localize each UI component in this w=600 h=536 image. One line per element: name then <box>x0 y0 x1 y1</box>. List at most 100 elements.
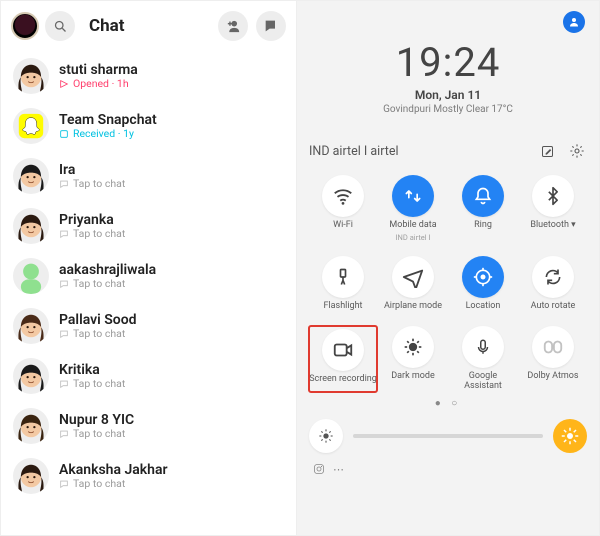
chat-text: Kritika Tap to chat <box>59 362 125 390</box>
airplane-icon <box>392 256 434 298</box>
carrier-text: IND airtel I airtel <box>309 144 399 159</box>
chat-text: stuti sharma Opened · 1h <box>59 62 138 90</box>
chat-avatar[interactable] <box>13 108 49 144</box>
chat-avatar[interactable] <box>13 258 49 294</box>
chat-name: Nupur 8 YIC <box>59 412 134 428</box>
qs-tile-location[interactable]: Location <box>449 256 517 312</box>
status-icon <box>59 179 69 189</box>
ring-icon <box>462 175 504 217</box>
qs-label: Airplane mode <box>384 302 442 312</box>
chat-list[interactable]: stuti sharma Opened · 1h Team Snapchat R… <box>1 51 296 535</box>
qs-tile-rotate[interactable]: Auto rotate <box>519 256 587 312</box>
qs-label: Mobile data <box>389 221 436 231</box>
status-icon <box>59 229 69 239</box>
chat-subtitle: Tap to chat <box>59 278 156 290</box>
chat-name: Priyanka <box>59 212 125 228</box>
qs-label: Screen recording <box>309 375 377 385</box>
chat-avatar[interactable] <box>13 158 49 194</box>
chat-avatar[interactable] <box>13 208 49 244</box>
snapchat-pane: Chat stuti sharma Opened · 1h Team Snap <box>1 1 297 535</box>
brightness-auto-button[interactable] <box>553 419 587 453</box>
assistant-icon <box>462 326 504 368</box>
brightness-low-button[interactable] <box>309 419 343 453</box>
account-badge[interactable] <box>563 11 585 33</box>
chat-text: Team Snapchat Received · 1y <box>59 112 157 140</box>
chat-text: Nupur 8 YIC Tap to chat <box>59 412 134 440</box>
flash-icon <box>322 256 364 298</box>
location-icon <box>462 256 504 298</box>
chat-avatar[interactable] <box>13 308 49 344</box>
chat-text: Ira Tap to chat <box>59 162 125 190</box>
chat-subtitle: Tap to chat <box>59 228 125 240</box>
chat-item[interactable]: Kritika Tap to chat <box>1 351 296 401</box>
add-friend-button[interactable] <box>218 11 248 41</box>
chat-subtitle: Tap to chat <box>59 478 168 490</box>
quick-settings-pane: 19:24 Mon, Jan 11 Govindpuri Mostly Clea… <box>297 1 599 535</box>
chat-subtitle: Opened · 1h <box>59 78 138 90</box>
qs-tile-bt[interactable]: Bluetooth ▾ <box>519 175 587 242</box>
qs-tile-screenrec[interactable]: Screen recording <box>309 326 377 392</box>
wifi-icon <box>322 175 364 217</box>
chat-item[interactable]: Team Snapchat Received · 1y <box>1 101 296 151</box>
qs-tile-grid: Wi-Fi Mobile data IND airtel I Ring Blue… <box>309 175 587 392</box>
qs-tile-ring[interactable]: Ring <box>449 175 517 242</box>
chat-name: Team Snapchat <box>59 112 157 128</box>
qs-label: Flashlight <box>324 302 363 312</box>
chat-subtitle: Tap to chat <box>59 178 125 190</box>
chat-avatar[interactable] <box>13 58 49 94</box>
chat-name: aakashrajliwala <box>59 262 156 278</box>
chat-subtitle: Tap to chat <box>59 378 125 390</box>
chat-avatar[interactable] <box>13 358 49 394</box>
person-icon <box>568 16 580 28</box>
qs-label: Location <box>466 302 501 312</box>
search-button[interactable] <box>45 11 75 41</box>
chat-item[interactable]: aakashrajliwala Tap to chat <box>1 251 296 301</box>
add-friend-icon <box>225 18 242 35</box>
brightness-slider[interactable] <box>353 434 543 438</box>
chat-text: Priyanka Tap to chat <box>59 212 125 240</box>
qs-tile-dolby[interactable]: Dolby Atmos <box>519 326 587 392</box>
chat-item[interactable]: Priyanka Tap to chat <box>1 201 296 251</box>
qs-label: Google Assistant <box>449 372 517 392</box>
chat-item[interactable]: Akanksha Jakhar Tap to chat <box>1 451 296 501</box>
search-icon <box>53 19 68 34</box>
edit-tiles-button[interactable] <box>537 141 557 161</box>
chat-item[interactable]: stuti sharma Opened · 1h <box>1 51 296 101</box>
chat-item[interactable]: Ira Tap to chat <box>1 151 296 201</box>
dolby-icon <box>532 326 574 368</box>
status-icon <box>59 379 69 389</box>
status-icon <box>59 279 69 289</box>
brightness-row <box>309 419 587 453</box>
chat-subtitle: Tap to chat <box>59 428 134 440</box>
footer-icons: ⋯ <box>309 463 587 476</box>
dark-icon <box>392 326 434 368</box>
qs-tile-data[interactable]: Mobile data IND airtel I <box>379 175 447 242</box>
qs-tile-airplane[interactable]: Airplane mode <box>379 256 447 312</box>
qs-tile-assistant[interactable]: Google Assistant <box>449 326 517 392</box>
new-chat-icon <box>263 18 279 34</box>
bt-icon <box>532 175 574 217</box>
pager-dots[interactable]: ● ○ <box>309 398 587 409</box>
instagram-icon <box>313 463 325 475</box>
clock-block[interactable]: 19:24 Mon, Jan 11 Govindpuri Mostly Clea… <box>309 39 587 115</box>
carrier-row: IND airtel I airtel <box>309 141 587 161</box>
qs-label: Ring <box>474 221 492 231</box>
rotate-icon <box>532 256 574 298</box>
chat-subtitle: Tap to chat <box>59 328 137 340</box>
new-chat-button[interactable] <box>256 11 286 41</box>
chat-title: Chat <box>89 16 212 36</box>
qs-label: Dolby Atmos <box>527 372 578 382</box>
settings-button[interactable] <box>567 141 587 161</box>
chat-item[interactable]: Nupur 8 YIC Tap to chat <box>1 401 296 451</box>
chat-avatar[interactable] <box>13 458 49 494</box>
qs-tile-wifi[interactable]: Wi-Fi <box>309 175 377 242</box>
chat-item[interactable]: Pallavi Sood Tap to chat <box>1 301 296 351</box>
qs-tile-dark[interactable]: Dark mode <box>379 326 447 392</box>
qs-tile-flash[interactable]: Flashlight <box>309 256 377 312</box>
more-icon: ⋯ <box>333 463 344 476</box>
self-avatar[interactable] <box>11 12 39 40</box>
chat-name: Ira <box>59 162 125 178</box>
chat-name: Akanksha Jakhar <box>59 462 168 478</box>
weather-line: Govindpuri Mostly Clear 17°C <box>309 104 587 115</box>
chat-avatar[interactable] <box>13 408 49 444</box>
